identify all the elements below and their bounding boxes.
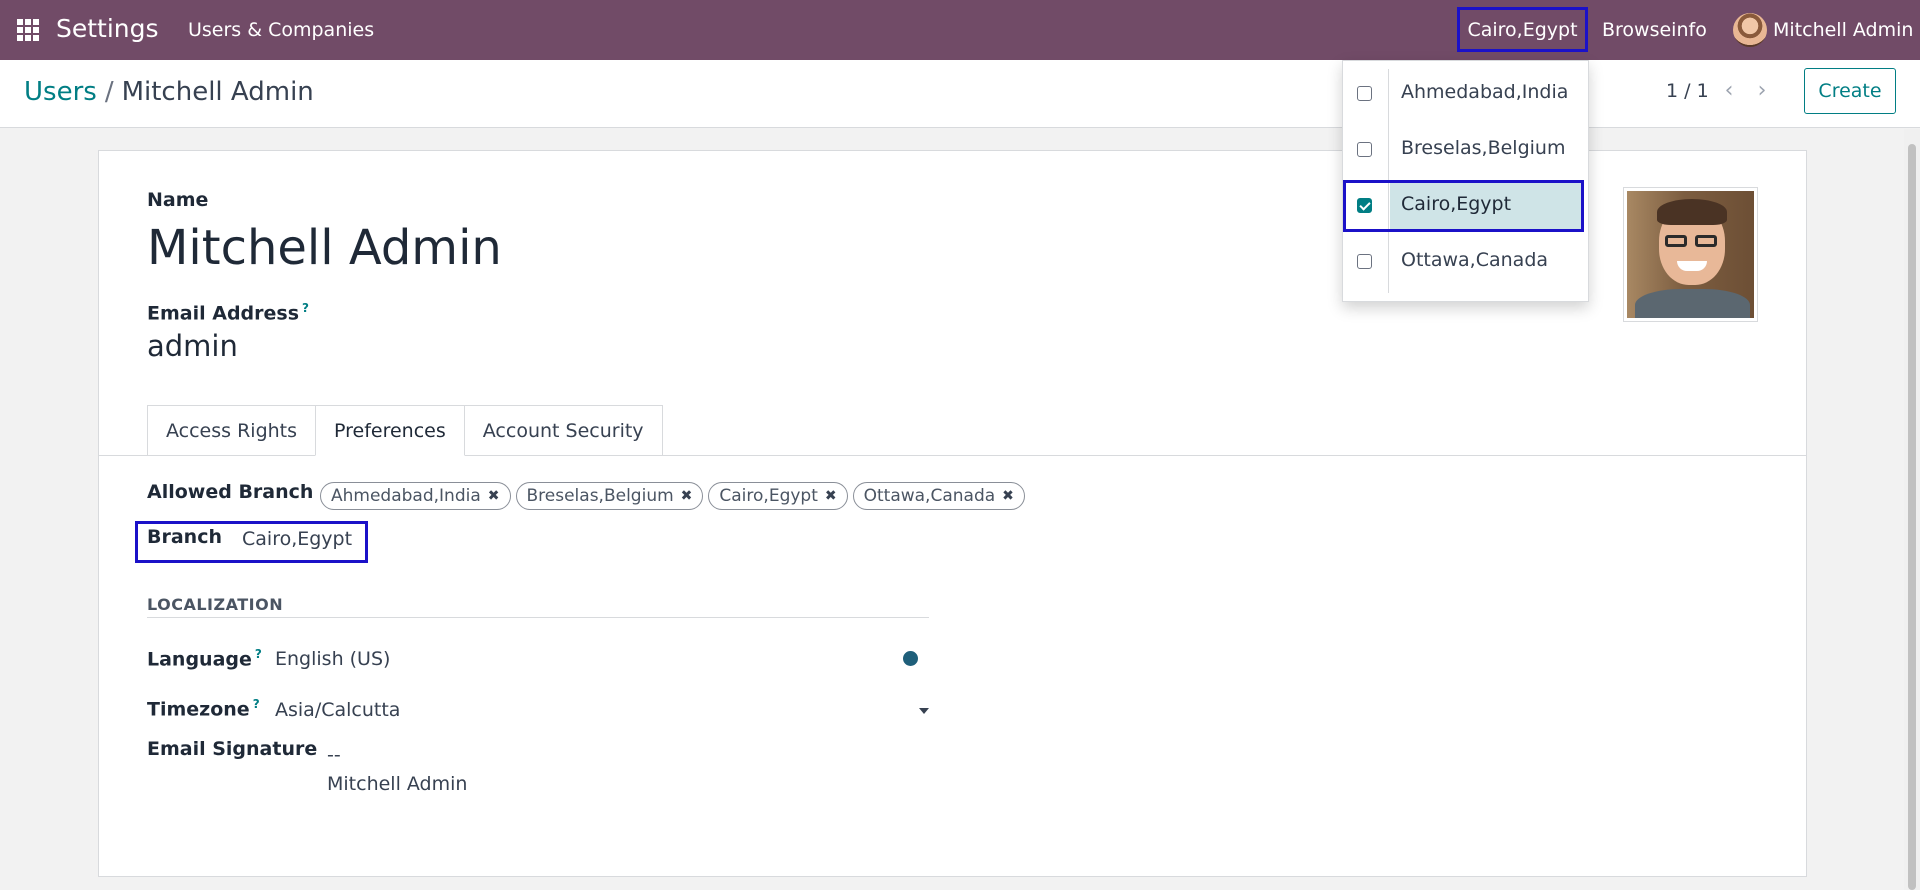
menu-users-companies[interactable]: Users & Companies <box>188 19 374 41</box>
help-icon[interactable]: ? <box>302 301 309 315</box>
signature-line-dash[interactable]: -- <box>327 744 341 766</box>
tab-preferences[interactable]: Preferences <box>315 405 465 456</box>
email-field[interactable]: admin <box>147 329 238 363</box>
email-label-text: Email Address <box>147 302 300 325</box>
dropdown-item-cairo[interactable]: Cairo,Egypt <box>1343 177 1590 233</box>
help-icon[interactable]: ? <box>253 697 260 711</box>
breadcrumb-current: Mitchell Admin <box>121 77 314 107</box>
checkbox-icon[interactable] <box>1357 86 1372 101</box>
allowed-branch-label: Allowed Branch <box>147 481 314 503</box>
signature-line-name[interactable]: Mitchell Admin <box>327 773 467 795</box>
language-label-text: Language <box>147 648 252 671</box>
localization-section-title: LOCALIZATION <box>147 595 284 614</box>
scrollbar-thumb[interactable] <box>1908 144 1916 890</box>
tag-label: Cairo,Egypt <box>719 486 818 506</box>
dropdown-item-ottawa[interactable]: Ottawa,Canada <box>1343 233 1590 289</box>
tag-label: Ottawa,Canada <box>863 486 996 506</box>
language-field[interactable]: English (US) <box>275 648 390 670</box>
checkbox-icon[interactable] <box>1357 254 1372 269</box>
selected-highlight-box <box>1343 180 1584 232</box>
dropdown-item-breselas[interactable]: Breselas,Belgium <box>1343 121 1590 177</box>
tag-cairo: Cairo,Egypt ✖ <box>708 482 848 510</box>
timezone-label: Timezone? <box>147 697 260 720</box>
email-signature-label: Email Signature <box>147 738 318 760</box>
tag-ahmedabad: Ahmedabad,India ✖ <box>320 482 511 510</box>
checkbox-icon[interactable] <box>1357 142 1372 157</box>
breadcrumb-separator: / <box>104 77 114 107</box>
branch-label: Branch <box>147 526 222 548</box>
tag-breselas: Breselas,Belgium ✖ <box>515 482 704 510</box>
pager-value[interactable]: 1 / 1 <box>1666 80 1709 102</box>
section-divider <box>147 617 929 618</box>
create-button[interactable]: Create <box>1804 68 1896 114</box>
dropdown-item-label: Ottawa,Canada <box>1401 249 1549 271</box>
remove-tag-icon[interactable]: ✖ <box>825 488 837 504</box>
user-menu[interactable]: Mitchell Admin <box>1773 19 1913 41</box>
help-icon[interactable]: ? <box>255 647 262 661</box>
caret-down-icon[interactable] <box>919 708 929 714</box>
remove-tag-icon[interactable]: ✖ <box>1002 488 1014 504</box>
breadcrumb: Users / Mitchell Admin <box>24 77 314 107</box>
dropdown-item-label: Ahmedabad,India <box>1401 81 1569 103</box>
branch-field[interactable]: Cairo,Egypt <box>242 528 352 550</box>
current-branch-label: Cairo,Egypt <box>1467 18 1578 41</box>
email-label: Email Address? <box>147 301 309 324</box>
dropdown-item-ahmedabad[interactable]: Ahmedabad,India <box>1343 65 1590 121</box>
name-field[interactable]: Mitchell Admin <box>147 220 502 276</box>
top-navbar: Settings Users & Companies Cairo,Egypt B… <box>0 0 1920 60</box>
tab-account-security[interactable]: Account Security <box>463 405 663 456</box>
dropdown-item-label: Breselas,Belgium <box>1401 137 1566 159</box>
chevron-right-icon[interactable]: › <box>1751 77 1773 103</box>
tag-ottawa: Ottawa,Canada ✖ <box>852 482 1025 510</box>
name-label: Name <box>147 189 209 211</box>
remove-tag-icon[interactable]: ✖ <box>681 488 693 504</box>
allowed-branch-tags[interactable]: Ahmedabad,India ✖ Breselas,Belgium ✖ Cairo… <box>320 482 1025 510</box>
company-switcher[interactable]: Browseinfo <box>1602 19 1707 41</box>
globe-icon[interactable] <box>903 651 918 666</box>
user-avatar[interactable] <box>1733 13 1767 47</box>
breadcrumb-users-link[interactable]: Users <box>24 77 97 107</box>
app-title[interactable]: Settings <box>56 14 159 43</box>
tag-label: Breselas,Belgium <box>526 486 674 506</box>
chevron-left-icon[interactable]: ‹ <box>1718 77 1740 103</box>
tab-access-rights[interactable]: Access Rights <box>147 405 317 456</box>
form-tabs: Access Rights Preferences Account Securi… <box>147 405 663 456</box>
timezone-label-text: Timezone <box>147 698 250 721</box>
language-label: Language? <box>147 647 262 670</box>
remove-tag-icon[interactable]: ✖ <box>488 488 500 504</box>
branch-dropdown: Ahmedabad,India Breselas,Belgium Cairo,E… <box>1342 60 1589 302</box>
control-panel: Users/Mitchell Admin n 1 / 1 ‹ › Create <box>0 60 1920 128</box>
timezone-field[interactable]: Asia/Calcutta <box>275 699 400 721</box>
tag-label: Ahmedabad,India <box>331 486 481 506</box>
branch-switcher-button[interactable]: Cairo,Egypt <box>1457 7 1588 52</box>
apps-grid-icon[interactable] <box>17 19 39 41</box>
user-photo[interactable] <box>1623 187 1758 322</box>
